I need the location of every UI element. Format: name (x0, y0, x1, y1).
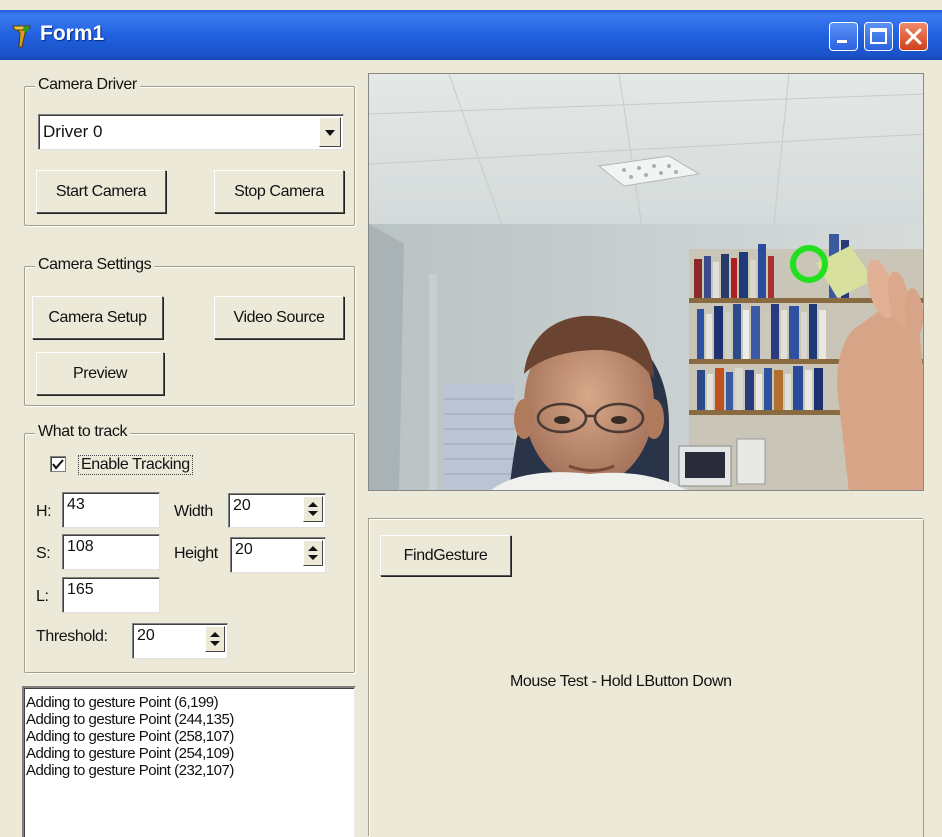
driver-select-value: Driver 0 (43, 122, 103, 141)
window-title: Form1 (40, 22, 105, 45)
close-icon (905, 28, 922, 45)
threshold-stepper[interactable]: 20 (132, 623, 228, 659)
log-line: Adding to gesture Point (254,109) (26, 745, 234, 762)
log-line: Adding to gesture Point (6,199) (26, 694, 219, 711)
minimize-icon (837, 40, 847, 43)
l-label: L: (36, 588, 49, 605)
height-label: Height (174, 545, 218, 562)
threshold-label: Threshold: (36, 628, 108, 645)
l-input[interactable]: 165 (62, 577, 160, 613)
tracking-legend: What to track (35, 423, 131, 441)
chevron-down-icon[interactable] (319, 117, 341, 147)
h-label: H: (36, 503, 52, 520)
form1-window: Form1 Camera Driver Driver 0 Start Camer… (0, 0, 942, 837)
start-camera-button[interactable]: Start Camera (36, 170, 166, 213)
height-spin-icon[interactable] (303, 540, 323, 566)
camera-setup-button[interactable]: Camera Setup (32, 296, 163, 339)
threshold-spin-icon[interactable] (205, 626, 225, 652)
s-input[interactable]: 108 (62, 534, 160, 570)
width-label: Width (174, 503, 213, 520)
checkmark-icon (52, 459, 64, 470)
width-stepper[interactable]: 20 (228, 493, 326, 528)
s-label: S: (36, 545, 51, 562)
maximize-button[interactable] (864, 22, 893, 51)
threshold-value: 20 (137, 627, 155, 644)
video-source-button[interactable]: Video Source (214, 296, 344, 339)
gesture-log-list[interactable]: Adding to gesture Point (6,199) Adding t… (22, 686, 356, 837)
camera-preview (368, 73, 924, 491)
camera-driver-legend: Camera Driver (35, 76, 140, 94)
mouse-test-label: Mouse Test - Hold LButton Down (510, 673, 732, 690)
camera-feed-image (369, 74, 923, 490)
enable-tracking-label[interactable]: Enable Tracking (78, 455, 193, 475)
app-icon (12, 25, 31, 48)
h-input[interactable]: 43 (62, 492, 160, 528)
log-line: Adding to gesture Point (232,107) (26, 762, 234, 779)
camera-settings-legend: Camera Settings (35, 256, 155, 274)
enable-tracking-checkbox[interactable] (50, 456, 66, 472)
driver-select[interactable]: Driver 0 (38, 114, 344, 150)
maximize-icon (870, 28, 887, 44)
height-value: 20 (235, 541, 253, 558)
log-line: Adding to gesture Point (258,107) (26, 728, 234, 745)
title-bar[interactable]: Form1 (0, 10, 942, 60)
height-stepper[interactable]: 20 (230, 537, 326, 573)
log-line: Adding to gesture Point (244,135) (26, 711, 234, 728)
minimize-button[interactable] (829, 22, 858, 51)
width-spin-icon[interactable] (303, 496, 323, 522)
find-gesture-button[interactable]: FindGesture (380, 535, 511, 576)
close-button[interactable] (899, 22, 928, 51)
preview-button[interactable]: Preview (36, 352, 164, 395)
width-value: 20 (233, 497, 251, 514)
stop-camera-button[interactable]: Stop Camera (214, 170, 344, 213)
